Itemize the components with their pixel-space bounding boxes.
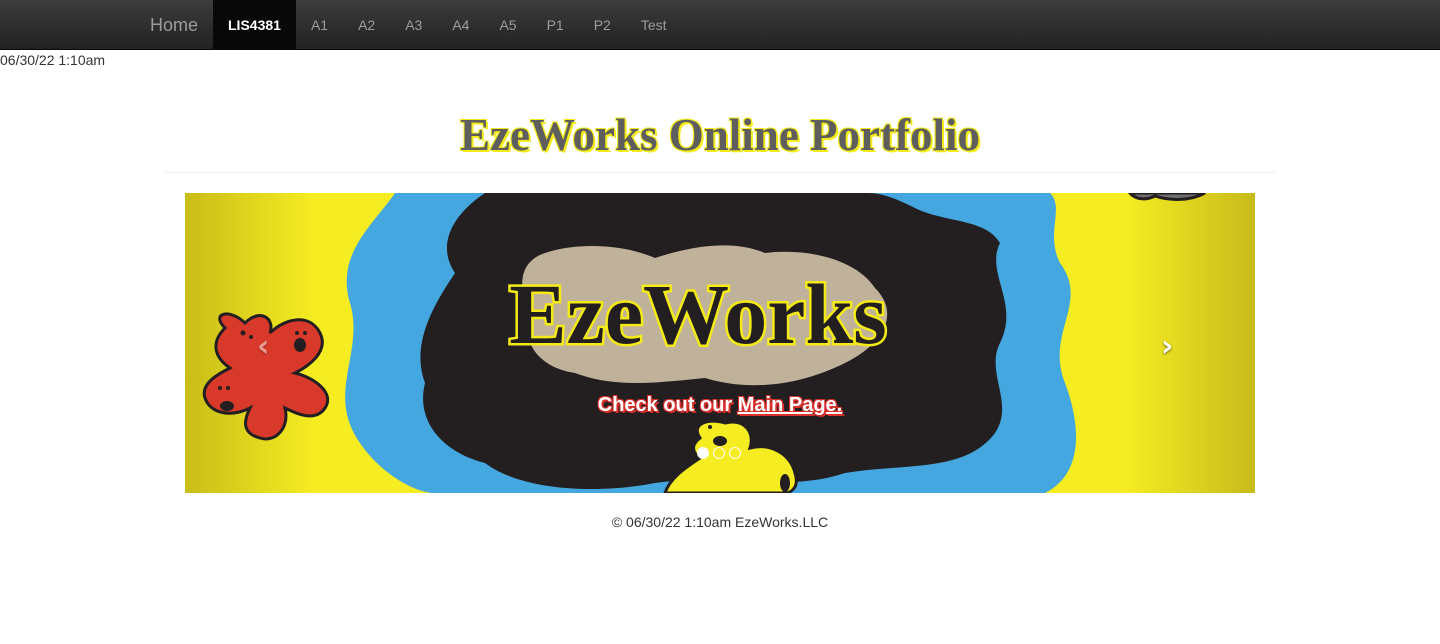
carousel-indicator-1[interactable] [697,447,709,459]
carousel-prev-control[interactable]: ‹ [185,193,355,493]
main-page-link[interactable]: Main Page. [738,394,842,416]
nav-item-a4[interactable]: A4 [437,0,484,50]
page-header: EzeWorks Online Portfolio [165,100,1275,173]
nav-item-p2[interactable]: P2 [579,0,626,50]
carousel: EzeWorks ‹ › Check out our Main Page. [185,193,1255,493]
page-footer: © 06/30/22 1:10am EzeWorks.LLC [611,514,829,530]
carousel-indicators [697,447,741,459]
chevron-right-icon: › [1161,329,1174,364]
nav-item-a3[interactable]: A3 [390,0,437,50]
carousel-indicator-2[interactable] [713,447,725,459]
carousel-indicator-3[interactable] [729,447,741,459]
page-timestamp: 06/30/22 1:10am [0,52,106,68]
nav-item-test[interactable]: Test [626,0,682,50]
nav-item-a2[interactable]: A2 [343,0,390,50]
page-title: EzeWorks Online Portfolio [460,110,980,160]
caption-prefix-text: Check out our [597,394,738,416]
nav-item-p1[interactable]: P1 [532,0,579,50]
carousel-caption: Check out our Main Page. [185,394,1255,417]
nav-item-a5[interactable]: A5 [484,0,531,50]
chevron-left-icon: ‹ [257,329,270,364]
banner-logo-text: EzeWorks [509,266,886,362]
nav-item-lis4381[interactable]: LIS4381 [213,0,296,50]
nav-item-a1[interactable]: A1 [296,0,343,50]
nav-menu: LIS4381 A1 A2 A3 A4 A5 P1 P2 Test [213,0,682,50]
top-navbar: Home LIS4381 A1 A2 A3 A4 A5 P1 P2 Test [0,0,1440,50]
carousel-next-control[interactable]: › [1085,193,1255,493]
nav-home-link[interactable]: Home [135,0,213,50]
